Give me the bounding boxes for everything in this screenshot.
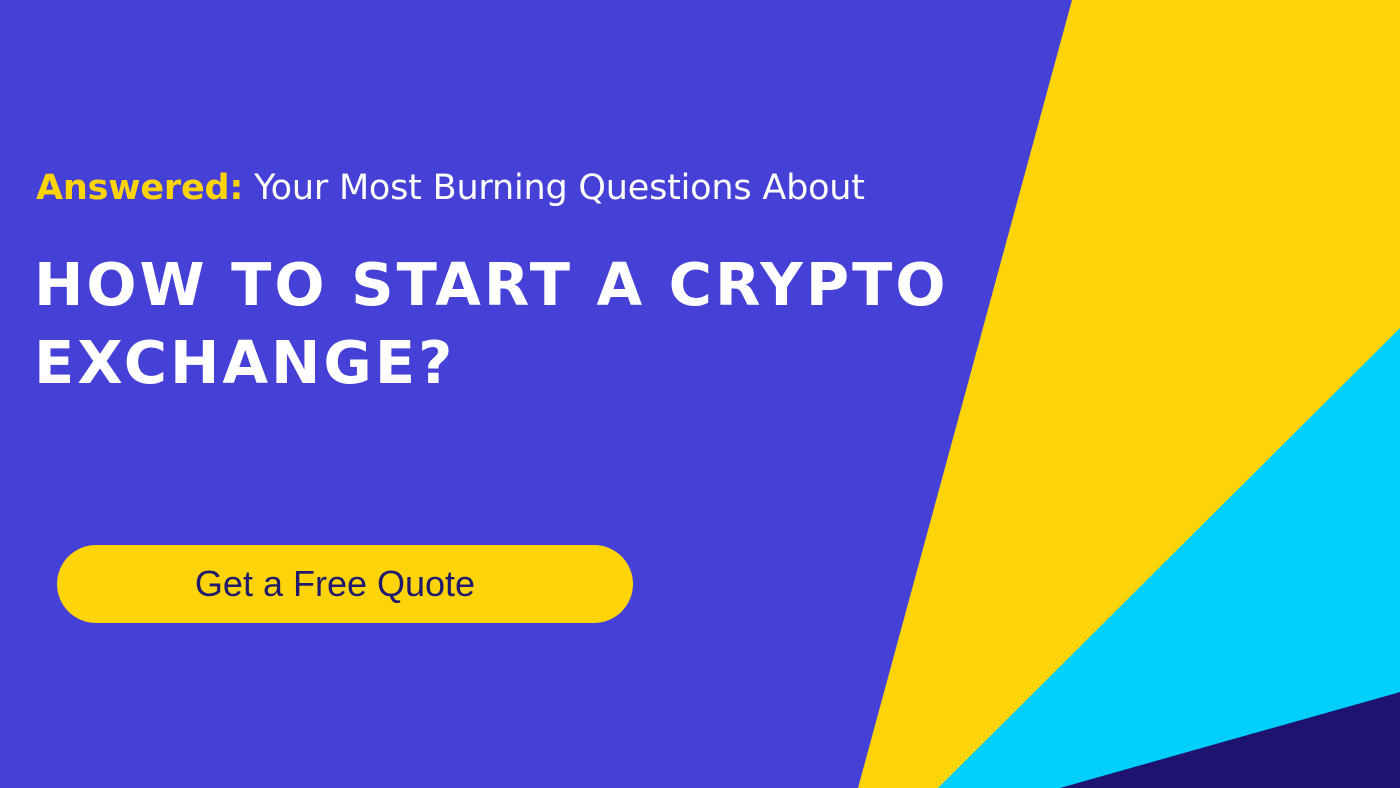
headline-line-2: EXCHANGE? [34,328,456,397]
headline: HOW TO START A CRYPTO EXCHANGE? [34,246,974,402]
promo-banner: Answered: Your Most Burning Questions Ab… [0,0,1400,788]
subtitle-text: Your Most Burning Questions About [243,168,865,208]
get-free-quote-button[interactable]: Get a Free Quote [57,545,633,623]
headline-line-1: HOW TO START A CRYPTO [34,250,949,319]
subtitle: Answered: Your Most Burning Questions Ab… [36,164,865,212]
subtitle-accent: Answered: [36,168,244,208]
